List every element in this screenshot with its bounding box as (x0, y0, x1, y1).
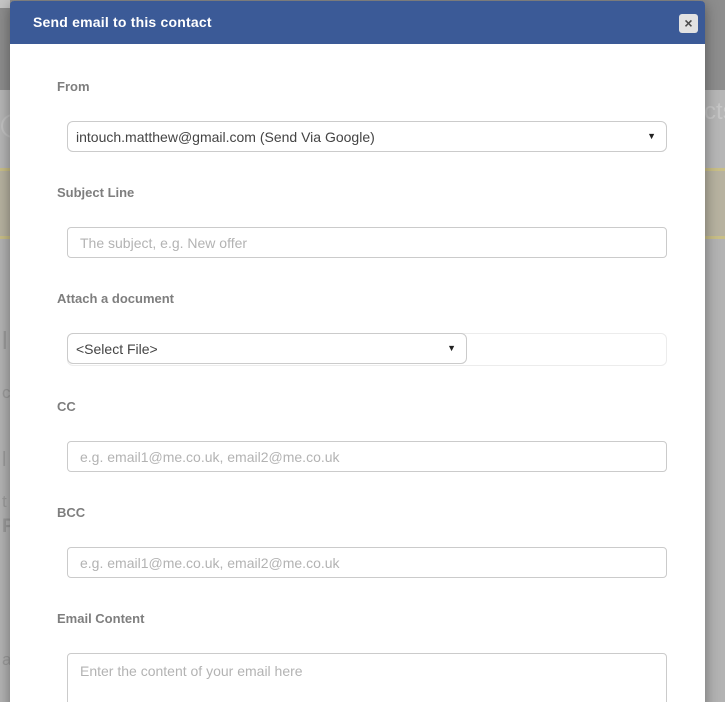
backdrop-letter-fragment: a (2, 650, 10, 669)
backdrop-letter-fragment: l (2, 449, 7, 471)
modal-body: From intouch.matthew@gmail.com (Send Via… (10, 44, 705, 702)
email-content-label: Email Content (57, 611, 145, 626)
backdrop-letter-fragment: P (2, 516, 10, 537)
close-icon[interactable]: × (679, 14, 698, 33)
backdrop-letter-fragment: t (2, 492, 7, 511)
attach-file-well: <Select File> ▼ (67, 333, 667, 366)
cc-field-group: CC (57, 400, 667, 472)
from-field-group: From intouch.matthew@gmail.com (Send Via… (57, 80, 667, 152)
bcc-field-group: BCC (57, 506, 667, 578)
content-field-group: Email Content (57, 612, 667, 702)
cc-label: CC (57, 399, 76, 414)
subject-input[interactable] (67, 227, 667, 258)
attach-file-select[interactable]: <Select File> (67, 333, 467, 364)
send-email-modal: Send email to this contact × From intouc… (10, 1, 705, 702)
modal-header: Send email to this contact × (10, 1, 705, 44)
subject-label: Subject Line (57, 185, 135, 200)
bcc-input[interactable] (67, 547, 667, 578)
email-content-textarea[interactable] (67, 653, 667, 702)
modal-title: Send email to this contact (33, 14, 212, 30)
backdrop-letter-fragment: l (2, 327, 8, 355)
from-label: From (57, 79, 90, 94)
backdrop-letter-fragment: c (2, 383, 10, 402)
subject-field-group: Subject Line (57, 186, 667, 258)
backdrop-left-strip: l c l t P a (0, 0, 10, 702)
from-select[interactable]: intouch.matthew@gmail.com (Send Via Goog… (67, 121, 667, 152)
bcc-label: BCC (57, 505, 86, 520)
attach-label: Attach a document (57, 291, 175, 306)
cc-input[interactable] (67, 441, 667, 472)
backdrop-circle-fragment (1, 114, 10, 138)
attach-field-group: Attach a document <Select File> ▼ (57, 292, 667, 366)
backdrop-text-fragment-right: cts (704, 98, 725, 125)
